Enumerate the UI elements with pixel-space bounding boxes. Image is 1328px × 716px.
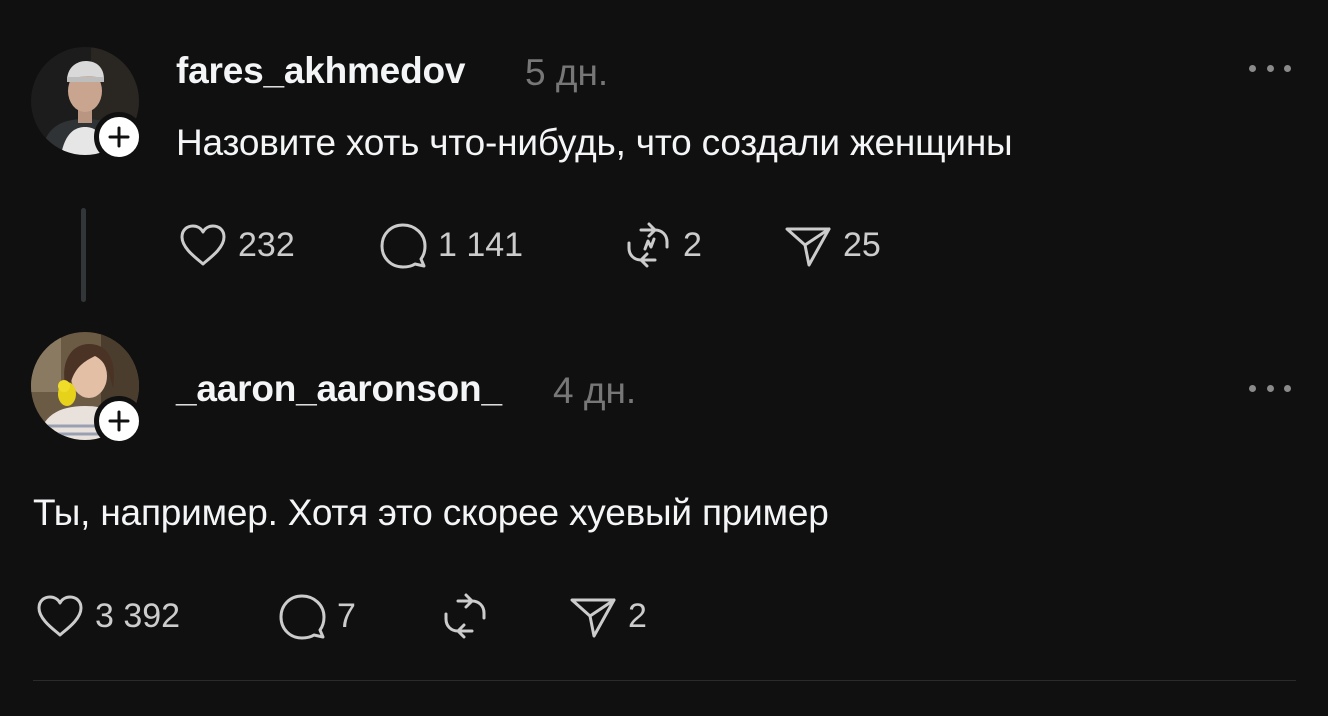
username[interactable]: _aaron_aaronson_ <box>176 368 502 410</box>
reply-button[interactable]: 7 <box>277 590 356 642</box>
more-horizontal-icon <box>1249 384 1256 392</box>
post-text: Ты, например. Хотя это скорее хуевый при… <box>33 492 829 533</box>
heart-icon <box>35 591 85 641</box>
plus-icon <box>108 126 130 148</box>
divider <box>33 680 1296 681</box>
comment-icon <box>378 220 428 270</box>
reply-count: 7 <box>337 596 356 635</box>
post-text: Назовите хоть что-нибудь, что создали же… <box>176 122 1013 163</box>
share-button[interactable]: 2 <box>568 590 647 642</box>
send-icon <box>783 220 833 270</box>
more-button[interactable] <box>1249 378 1291 398</box>
plus-icon <box>108 410 130 432</box>
like-button[interactable]: 3 392 <box>35 590 180 642</box>
reply-button[interactable]: 1 141 <box>378 219 523 271</box>
thread-line <box>81 208 86 302</box>
more-button[interactable] <box>1249 58 1291 78</box>
share-button[interactable]: 25 <box>783 219 881 271</box>
follow-button[interactable] <box>94 112 144 162</box>
repost-count: 2 <box>683 225 702 264</box>
more-horizontal-icon <box>1249 64 1256 72</box>
repost-button[interactable]: 2 <box>623 219 702 271</box>
repost-button[interactable] <box>440 590 500 642</box>
post-time: 4 дн. <box>553 370 637 411</box>
like-count: 3 392 <box>95 596 181 635</box>
repost-icon <box>623 220 673 270</box>
like-button[interactable]: 232 <box>178 219 295 271</box>
heart-icon <box>178 220 228 270</box>
comment-icon <box>277 591 327 641</box>
post-time: 5 дн. <box>525 52 609 93</box>
share-count: 2 <box>628 596 647 635</box>
username[interactable]: fares_akhmedov <box>176 50 465 92</box>
follow-button[interactable] <box>94 396 144 446</box>
send-icon <box>568 591 618 641</box>
share-count: 25 <box>843 225 881 264</box>
like-count: 232 <box>238 225 295 264</box>
repost-icon <box>440 591 490 641</box>
reply-count: 1 141 <box>438 225 524 264</box>
